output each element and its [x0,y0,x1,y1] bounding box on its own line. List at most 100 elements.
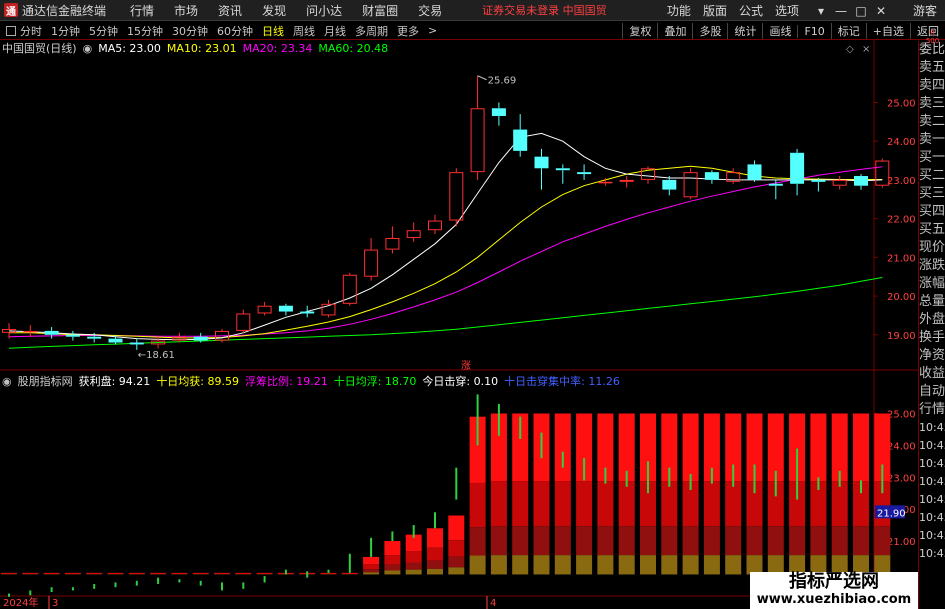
candle-body [257,305,272,314]
candle-body [87,336,102,339]
sub-bar-base [576,555,593,575]
candle-body [491,108,506,117]
sub-y-tick-label: 23.00 [887,473,916,484]
indicator-profit: 获利盘: 94.21 [78,375,151,388]
indicator-name[interactable]: 股朋指标网 [18,373,73,389]
sub-bar-low [874,526,891,556]
candle-body [854,176,868,186]
candle-body [768,183,783,186]
sub-bar-top [150,572,167,574]
candle-body [790,152,805,184]
ma20-label: MA20: 23.34 [242,41,313,55]
side-row[interactable]: 买五 [919,221,945,239]
side-row[interactable]: 10:45 [919,491,945,509]
side-row[interactable]: 10:45 [919,527,945,545]
sub-bar-base [703,555,720,575]
side-row[interactable]: 外盘 [919,311,945,329]
sub-bar-top [810,413,827,482]
candle-body [449,172,464,221]
candle-body [747,164,762,180]
side-row[interactable]: 买四 [919,203,945,221]
sub-bar-base [640,555,656,575]
side-row[interactable]: 收益 [919,365,945,383]
side-row[interactable]: 卖一 [919,131,945,149]
side-row[interactable]: 卖五 [919,59,945,77]
sub-bar-base [384,570,401,575]
side-row[interactable]: 10:45 [919,419,945,437]
sub-bar-mid [703,481,720,527]
watermark: 指标严选网 www.xuezhibiao.com [750,572,918,609]
ma10-label: MA10: 23.01 [166,41,237,55]
x-axis-label: 4 [490,598,496,609]
candle-body [172,336,187,341]
quote-side-panel: R 500 委比 卖五 卖四 卖三 卖二 卖一 买一 买二 买三 买四 买五 现价 涨跌 涨幅 总量 外盘 换手净… [918,29,945,609]
side-row[interactable]: 涨跌 [919,257,945,275]
side-row[interactable]: 现价 [919,239,945,257]
settings-dot-icon[interactable]: ◉ [2,375,12,388]
candle-body [470,108,485,173]
kline-chart[interactable]: 25.00 24.00 23.00 22.00 21.00 20.00 19.00 25.00… [0,0,918,609]
sub-bar-mid [427,547,443,561]
sub-bar-low [746,526,763,556]
side-row[interactable]: 行情 [919,401,945,419]
indicator-float-ratio: 浮筹比例: 19.21 [245,375,328,388]
y-tick-label: 25.00 [887,98,916,109]
side-row[interactable]: 总量 [919,293,945,311]
sub-bar-mid [618,481,635,527]
y-tick-label: 24.00 [887,137,916,148]
side-row[interactable]: 买三 [919,185,945,203]
candle-body [577,172,592,175]
main-legend: 中国国贸(日线) ◉ MA5: 23.00 MA10: 23.01 MA20: … [0,40,394,56]
sub-bar-top [235,572,252,574]
side-row[interactable]: 买二 [919,167,945,185]
sub-bar-mid [533,481,550,527]
sub-bar-base [405,569,422,575]
side-row[interactable]: 卖三 [919,95,945,113]
side-top-label: R 500 [925,29,940,45]
sub-bar-low [554,526,571,556]
ma60-line [8,277,883,349]
settings-dot-icon[interactable]: ◉ [83,42,93,55]
side-row[interactable]: 换手 [919,329,945,347]
sub-bar-low [831,526,848,556]
side-row[interactable]: 10:45 [919,509,945,527]
sub-bar-top [1,572,17,574]
sub-bar-low [512,526,529,556]
sub-bar-low [576,526,593,556]
side-row[interactable]: 10:45 [919,473,945,491]
candle-body [65,334,80,337]
sub-bar-base [597,555,614,575]
sub-bar-top [554,413,571,482]
side-row[interactable]: 卖二 [919,113,945,131]
current-price-label: 21.90 [877,508,906,519]
sub-bar-base [725,555,742,575]
side-row[interactable]: 买一 [919,149,945,167]
candle-body [683,172,698,198]
side-row[interactable]: 10:45 [919,545,945,563]
sub-bar-mid [384,555,401,565]
sub-bar-base [469,555,486,575]
sub-bar-top [384,541,401,556]
sub-bar-top [43,572,60,574]
sub-bar-base [682,555,699,575]
stock-title[interactable]: 中国国贸(日线) [2,40,77,56]
side-row[interactable]: 涨幅 [919,275,945,293]
candle-body [428,220,442,231]
side-row[interactable]: 10:45 [919,455,945,473]
sub-bar-low [767,526,784,556]
side-row[interactable]: 卖四 [919,77,945,95]
sub-bar-low [448,556,465,568]
side-row[interactable]: 自动 [919,383,945,401]
high-price-label: 25.69 [488,76,517,87]
side-row[interactable]: 10:45 [919,437,945,455]
sub-y-tick-label: 25.00 [887,410,916,421]
side-row[interactable]: 净资 [919,347,945,365]
candle-body [619,179,634,182]
ma10-line [9,165,883,339]
sub-bar-base [448,567,465,575]
indicator-avg-float: 十日均浮: 18.70 [333,375,417,388]
high-pointer [477,75,487,81]
sub-bar-top [22,572,39,574]
ma60-label: MA60: 20.48 [318,41,389,55]
sub-bar-low [469,527,486,556]
